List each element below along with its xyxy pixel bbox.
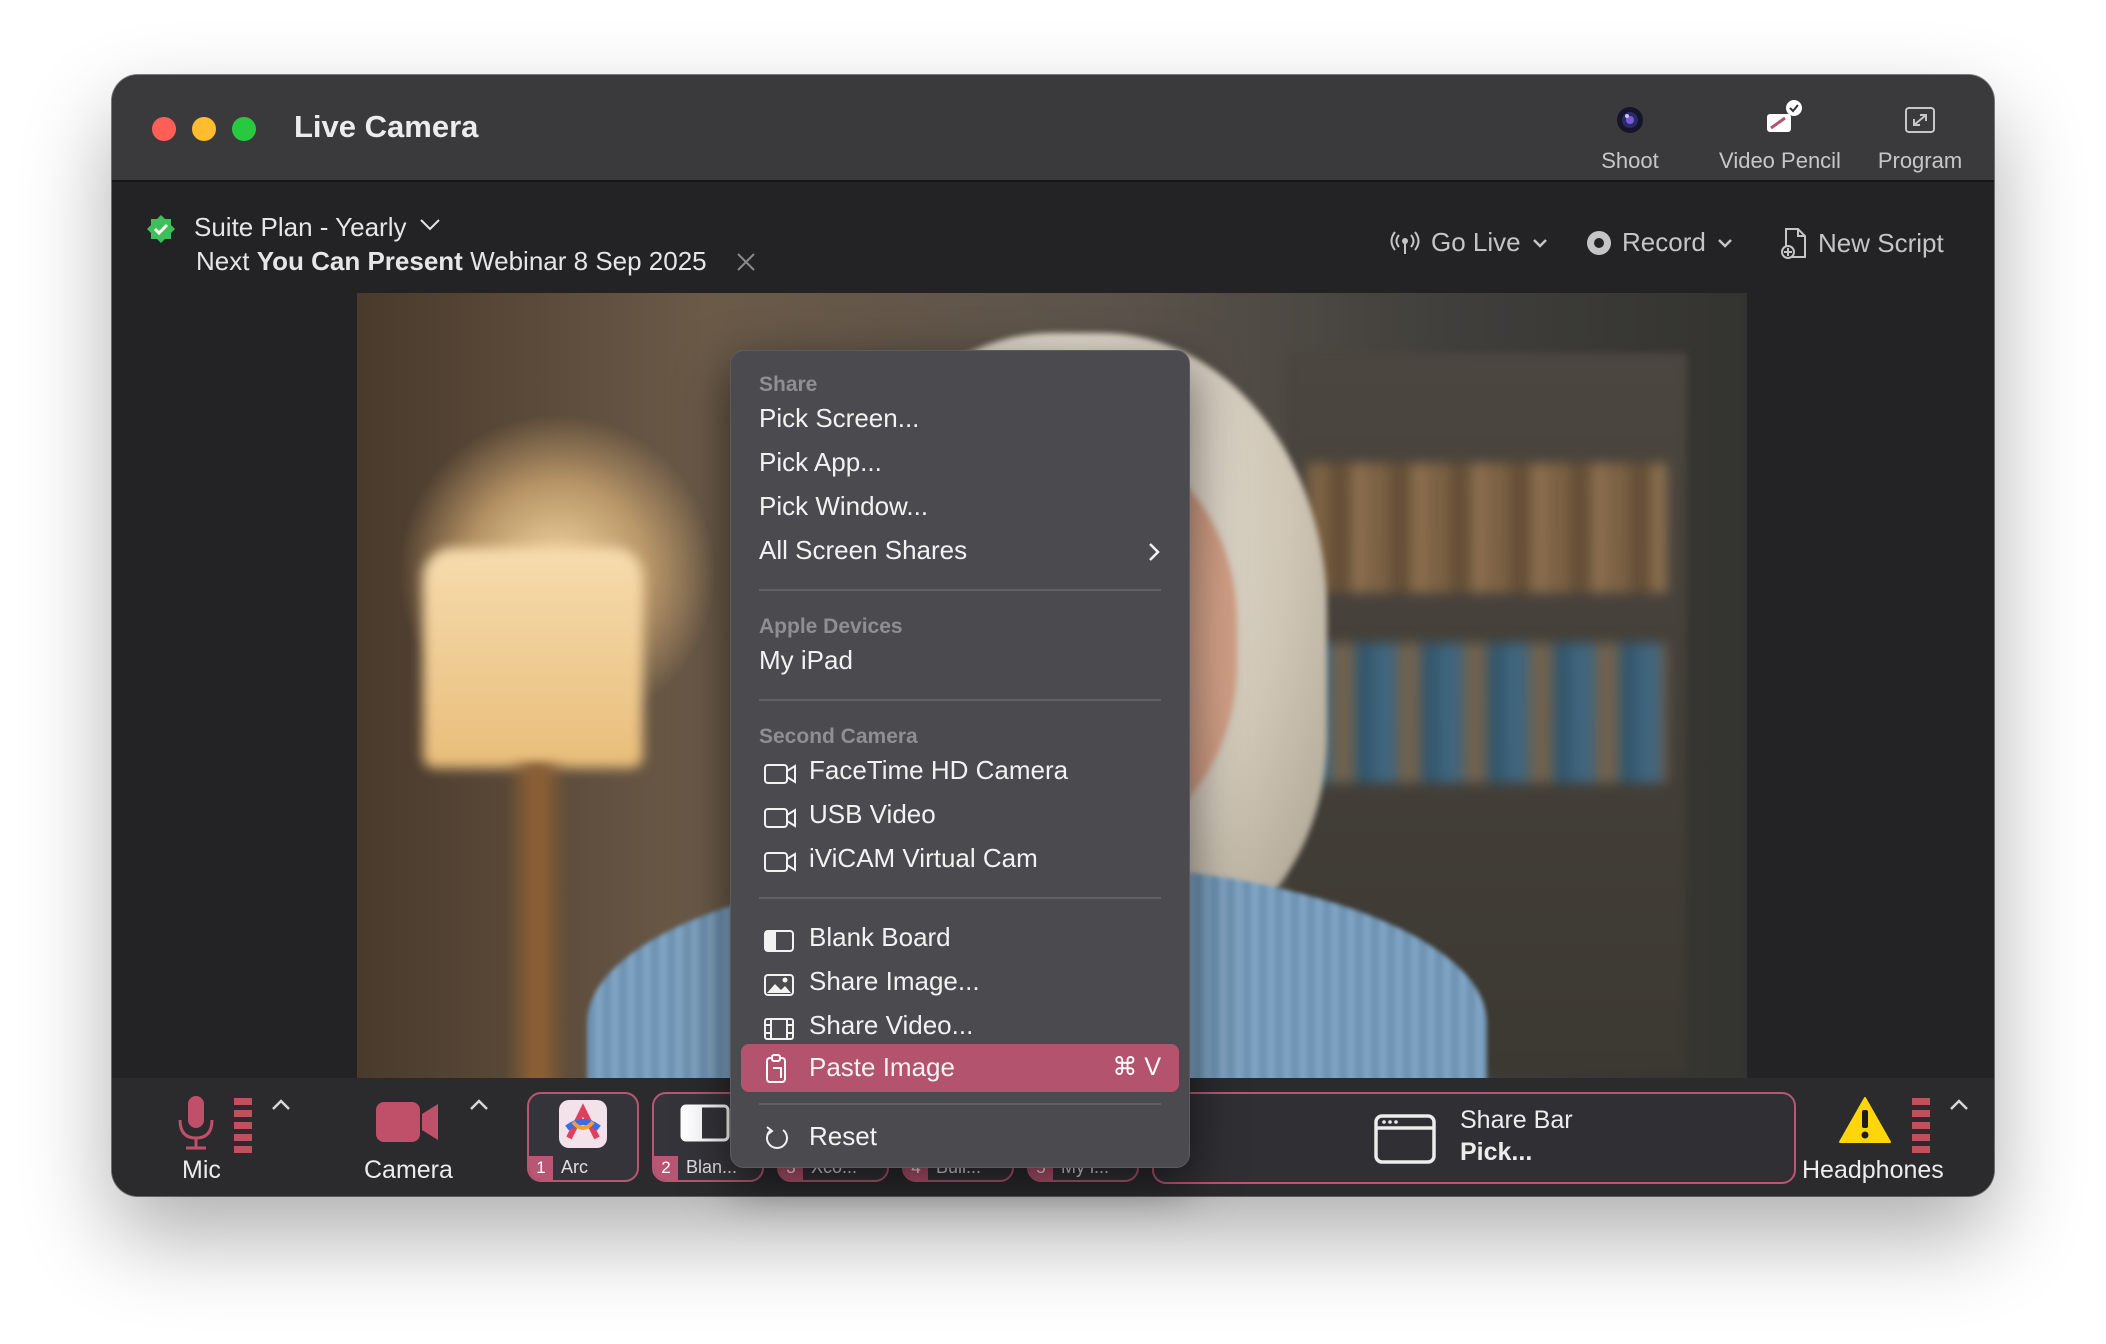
menu-header-apple-devices: Apple Devices [759, 615, 903, 638]
webinar-notice[interactable]: Next You Can Present Webinar 8 Sep 2025 [196, 246, 707, 277]
status-bar: Suite Plan - Yearly Next You Can Present… [112, 182, 1994, 292]
menu-header-second-camera: Second Camera [759, 725, 918, 748]
go-live-button[interactable]: Go Live [1389, 227, 1549, 258]
menu-item-share-image[interactable]: Share Image... [809, 966, 980, 997]
video-pencil-icon [1710, 100, 1850, 140]
chevron-down-icon[interactable] [419, 218, 441, 232]
menu-item-pick-app[interactable]: Pick App... [759, 447, 882, 478]
record-button[interactable]: Record [1586, 227, 1734, 258]
arc-app-icon [559, 1100, 607, 1148]
image-icon [764, 974, 794, 996]
tile-number: 1 [529, 1156, 553, 1180]
camera-button[interactable]: Camera [352, 1088, 472, 1188]
headphones-label: Headphones [1802, 1156, 1944, 1184]
menu-item-usb-video[interactable]: USB Video [809, 799, 936, 830]
film-icon [764, 1018, 794, 1040]
video-camera-icon [764, 808, 796, 828]
webinar-prefix: Next [196, 246, 250, 276]
chevron-down-icon [1717, 238, 1732, 248]
record-label: Record [1622, 227, 1706, 257]
webinar-date: Webinar 8 Sep 2025 [470, 246, 707, 276]
menu-item-all-screen-shares[interactable]: All Screen Shares [759, 535, 967, 566]
mic-level-meter [234, 1098, 252, 1156]
menu-item-paste-image-label: Paste Image [809, 1052, 955, 1082]
window-title: Live Camera [294, 109, 479, 144]
minimize-window-button[interactable] [192, 117, 216, 141]
menu-item-facetime-camera[interactable]: FaceTime HD Camera [809, 755, 1068, 786]
chevron-up-icon[interactable] [270, 1098, 292, 1112]
menu-item-share-video[interactable]: Share Video... [809, 1010, 973, 1041]
tile-label: Blan... [686, 1157, 738, 1177]
mic-icon [178, 1096, 214, 1150]
mic-button[interactable]: Mic [152, 1088, 272, 1188]
title-bar: Live Camera Shoot Video Pencil Program [112, 75, 1994, 182]
blank-board-icon [680, 1104, 730, 1142]
program-button[interactable]: Program [1870, 100, 1970, 174]
chevron-down-icon [1532, 238, 1547, 248]
reset-icon [766, 1126, 788, 1149]
paste-shortcut: ⌘ V [1112, 1053, 1161, 1081]
program-label: Program [1877, 148, 1963, 173]
menu-separator [759, 589, 1161, 591]
share-bar-action: Pick... [1460, 1138, 1533, 1166]
close-icon[interactable] [736, 252, 756, 272]
go-live-label: Go Live [1431, 227, 1521, 257]
menu-header-share: Share [759, 373, 818, 396]
menu-separator [759, 1103, 1161, 1105]
menu-item-blank-board[interactable]: Blank Board [809, 922, 951, 953]
blank-board-icon [764, 930, 794, 952]
menu-item-ivicam[interactable]: iViCAM Virtual Cam [809, 843, 1038, 874]
new-script-button[interactable]: New Script [1780, 227, 1944, 259]
mic-label: Mic [182, 1156, 221, 1184]
broadcast-icon [1390, 230, 1420, 254]
video-pencil-button[interactable]: Video Pencil [1710, 100, 1850, 174]
verified-badge-icon [146, 214, 176, 244]
menu-item-my-ipad[interactable]: My iPad [759, 645, 853, 676]
shoot-button[interactable]: Shoot [1590, 100, 1670, 174]
zoom-window-button[interactable] [232, 117, 256, 141]
paste-icon [766, 1054, 786, 1083]
chevron-up-icon[interactable] [1948, 1098, 1970, 1112]
menu-item-pick-window[interactable]: Pick Window... [759, 491, 928, 522]
camera-label: Camera [364, 1156, 453, 1184]
share-bar-title: Share Bar [1460, 1106, 1573, 1134]
warning-icon [1839, 1097, 1891, 1143]
source-tile-arc[interactable]: 1 Arc [527, 1092, 639, 1182]
webinar-title: You Can Present [256, 246, 463, 276]
close-window-button[interactable] [152, 117, 176, 141]
shoot-label: Shoot [1601, 148, 1659, 173]
video-camera-icon [764, 852, 796, 872]
headphones-level-meter [1912, 1098, 1930, 1156]
menu-separator [759, 699, 1161, 701]
video-camera-icon [764, 764, 796, 784]
menu-item-pick-screen[interactable]: Pick Screen... [759, 403, 919, 434]
window-icon [1374, 1114, 1436, 1164]
camera-icon [376, 1102, 438, 1142]
share-context-menu: Share Pick Screen... Pick App... Pick Wi… [730, 350, 1190, 1168]
tile-label: Arc [561, 1157, 588, 1177]
record-icon [1587, 230, 1611, 255]
menu-separator [759, 897, 1161, 899]
tile-number: 2 [654, 1156, 678, 1180]
chevron-right-icon [1149, 543, 1160, 561]
video-pencil-label: Video Pencil [1719, 148, 1841, 173]
plan-selector[interactable]: Suite Plan - Yearly [194, 212, 406, 243]
share-bar-button[interactable]: Share Bar Pick... [1152, 1092, 1796, 1184]
shoot-lens-icon [1590, 100, 1670, 140]
program-expand-icon [1870, 100, 1970, 140]
chevron-up-icon[interactable] [468, 1098, 490, 1112]
new-script-icon [1781, 228, 1806, 259]
menu-item-reset[interactable]: Reset [809, 1121, 877, 1152]
new-script-label: New Script [1818, 227, 1944, 258]
